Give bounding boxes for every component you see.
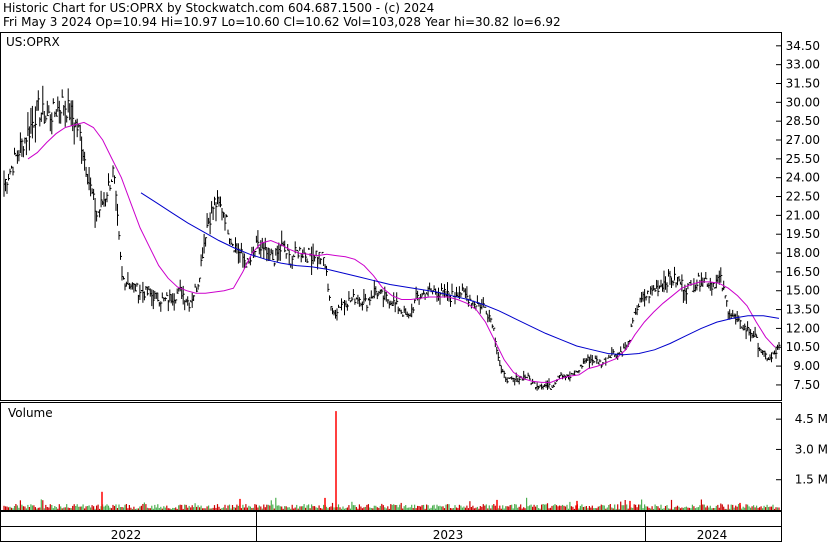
long-moving-average	[140, 192, 780, 356]
year-label: 2023	[433, 528, 464, 542]
price-tick-label: 21.00	[786, 208, 820, 222]
moving-average-lines	[27, 121, 780, 383]
volume-label: Volume	[8, 406, 53, 420]
price-tick-label: 30.00	[786, 95, 820, 109]
volume-bars	[3, 411, 780, 510]
price-tick-label: 25.50	[786, 152, 820, 166]
symbol-label: US:OPRX	[6, 35, 60, 49]
price-tick-label: 24.00	[786, 171, 820, 185]
price-tick-label: 15.00	[786, 284, 820, 298]
price-tick-label: 12.00	[786, 321, 820, 335]
stock-chart: US:OPRX Volume 34.50 33.00 31.50 30.00 28.50 27…	[0, 32, 828, 542]
price-tick-label: 34.50	[786, 39, 820, 53]
short-moving-average	[27, 121, 776, 383]
volume-tick-label: 1.5 M	[795, 473, 828, 487]
price-bars	[3, 85, 781, 391]
price-tick-label: 13.50	[786, 303, 820, 317]
price-tick-label: 22.50	[786, 190, 820, 204]
price-tick-label: 18.00	[786, 246, 820, 260]
price-tick-label: 9.00	[793, 359, 820, 373]
price-tick-label: 28.50	[786, 114, 820, 128]
price-tick-label: 31.50	[786, 76, 820, 90]
volume-tick-label: 4.5 M	[795, 412, 828, 426]
price-tick-label: 27.00	[786, 133, 820, 147]
price-tick-label: 19.50	[786, 227, 820, 241]
price-tick-label: 10.50	[786, 340, 820, 354]
price-tick-label: 33.00	[786, 58, 820, 72]
volume-panel-frame	[0, 402, 782, 511]
year-label: 2022	[111, 528, 142, 542]
year-label: 2024	[697, 528, 728, 542]
price-tick-label: 7.50	[793, 378, 820, 392]
price-tick-label: 16.50	[786, 265, 820, 279]
volume-tick-label: 3.0 M	[795, 442, 828, 456]
